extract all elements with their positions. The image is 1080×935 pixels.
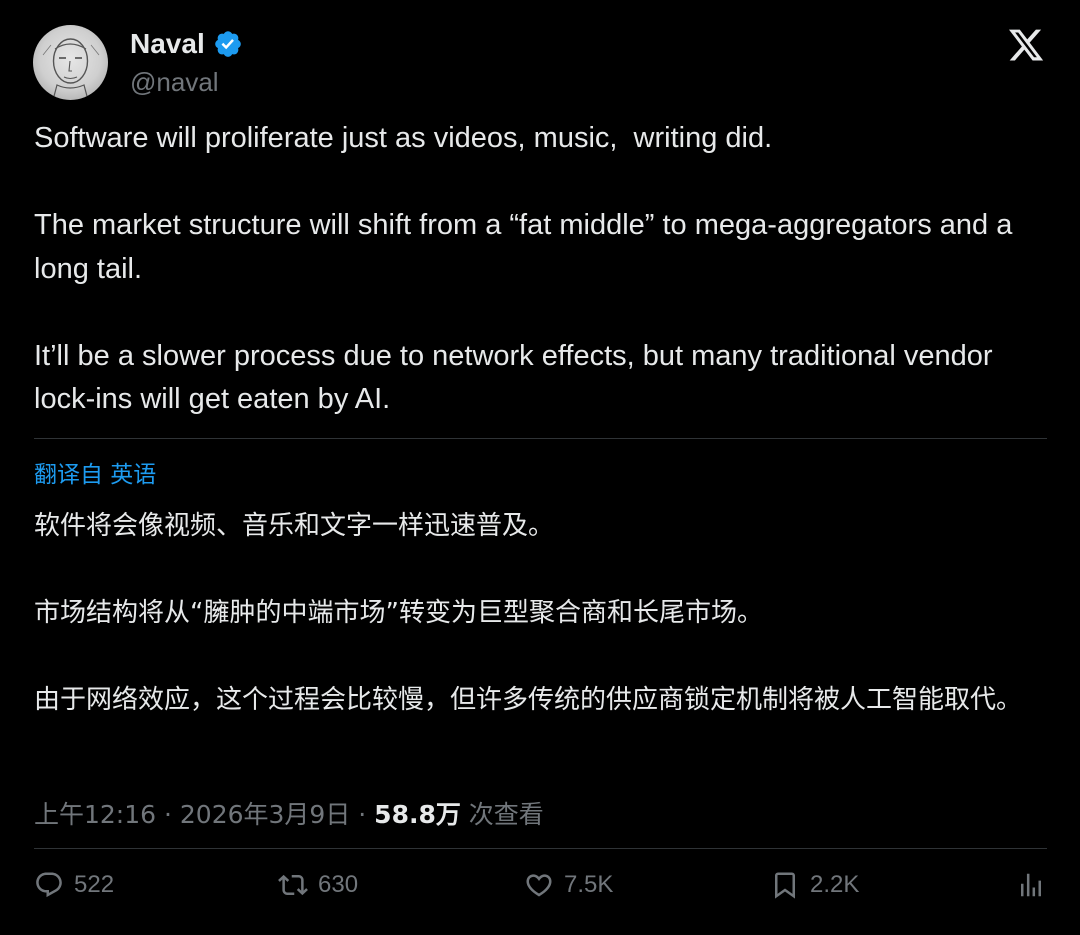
- separator: ·: [350, 800, 375, 829]
- reply-button[interactable]: 522: [34, 862, 114, 908]
- author-name-row[interactable]: Naval: [130, 26, 243, 62]
- views-label: 次查看: [460, 800, 544, 829]
- handle[interactable]: @naval: [130, 66, 219, 98]
- separator: ·: [156, 800, 180, 829]
- tweet-meta: 上午12:16 · 2026年3月9日 · 58.8万 次查看: [34, 797, 544, 833]
- retweet-count: 630: [318, 871, 359, 898]
- tweet-paragraph: It’ll be a slower process due to network…: [34, 339, 1001, 416]
- reply-count: 522: [74, 871, 115, 898]
- bookmark-button[interactable]: 2.2K: [770, 862, 859, 908]
- tweet-paragraph: Software will proliferate just as videos…: [34, 122, 773, 154]
- translated-paragraph: 由于网络效应，这个过程会比较慢，但许多传统的供应商锁定机制将被人工智能取代。: [34, 685, 1023, 715]
- heart-icon: [526, 874, 552, 897]
- analytics-button[interactable]: [1016, 862, 1046, 908]
- tweet-text: Software will proliferate just as videos…: [34, 117, 1054, 422]
- avatar[interactable]: [33, 25, 108, 100]
- like-button[interactable]: 7.5K: [524, 862, 613, 908]
- date[interactable]: 2026年3月9日: [180, 800, 350, 829]
- analytics-icon: [1021, 873, 1041, 897]
- tweet-detail: Naval @naval Software will proliferate j…: [0, 0, 1080, 935]
- like-count: 7.5K: [564, 871, 614, 898]
- translated-text: 软件将会像视频、音乐和文字一样迅速普及。 市场结构将从“臃肿的中端市场”转变为巨…: [34, 505, 1034, 723]
- tweet-paragraph: The market structure will shift from a “…: [34, 209, 1021, 285]
- timestamp[interactable]: 上午12:16: [34, 800, 156, 829]
- divider: [34, 848, 1047, 849]
- retweet-button[interactable]: 630: [278, 862, 358, 908]
- action-bar: 522 630 7.5K 2.2K: [0, 862, 1080, 908]
- translated-from-link[interactable]: 翻译自 英语: [34, 460, 156, 490]
- retweet-icon: [278, 874, 308, 896]
- translated-paragraph: 市场结构将从“臃肿的中端市场”转变为巨型聚合商和长尾市场。: [34, 598, 763, 628]
- reply-icon: [36, 872, 62, 898]
- views-count: 58.8万: [374, 800, 461, 829]
- bookmark-icon: [775, 872, 795, 899]
- verified-badge-icon: [214, 31, 241, 57]
- avatar-sketch-face-icon: [42, 38, 100, 100]
- divider: [34, 438, 1047, 439]
- bookmark-count: 2.2K: [810, 871, 860, 898]
- translated-paragraph: 软件将会像视频、音乐和文字一样迅速普及。: [34, 511, 555, 541]
- display-name[interactable]: Naval: [130, 26, 205, 62]
- x-logo-icon[interactable]: [1006, 26, 1046, 64]
